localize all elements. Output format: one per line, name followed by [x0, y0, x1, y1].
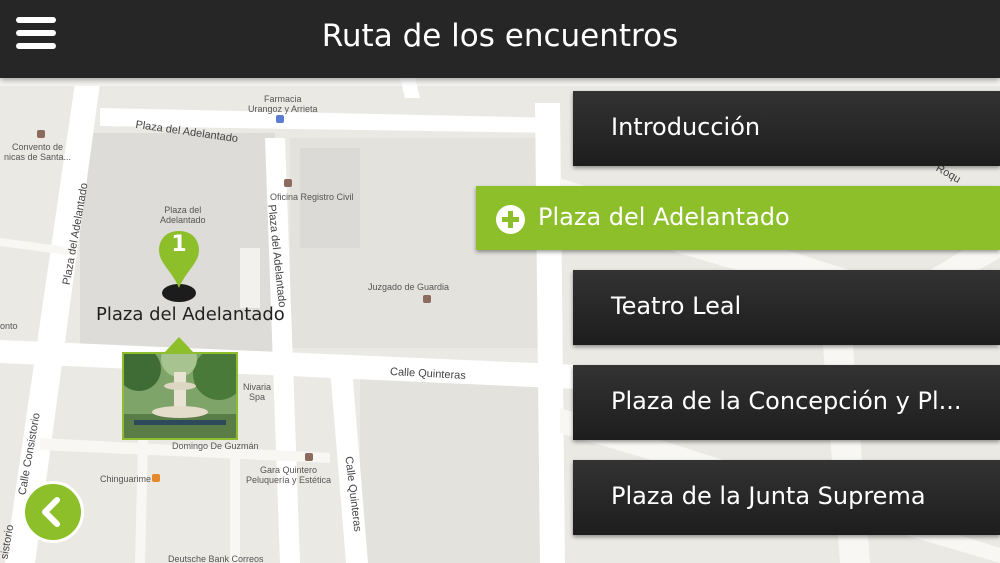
- marker-number: 1: [171, 232, 187, 257]
- place-nivaria-spa: Nivaria Spa: [243, 382, 272, 402]
- place-onto: onto: [0, 321, 18, 331]
- marker-callout-arrow: [164, 337, 194, 353]
- place-convento: Convento de nicas de Santa...: [4, 142, 72, 162]
- cafe-icon: [152, 474, 160, 482]
- plus-circle-icon: [496, 205, 525, 234]
- civil-registry-icon: [284, 179, 292, 187]
- place-chinguarime: Chinguarime: [100, 474, 152, 484]
- route-stop-label: Teatro Leal: [611, 292, 742, 320]
- place-deutsche-bank: Deutsche Bank Correos: [168, 554, 264, 563]
- chevron-left-icon: [42, 497, 60, 527]
- salon-icon: [305, 453, 313, 461]
- marker-thumbnail-image[interactable]: [122, 352, 238, 440]
- place-gara-quintero: Gara Quintero Peluquería y Estética: [246, 465, 332, 485]
- back-button[interactable]: [22, 481, 84, 543]
- marker-label: Plaza del Adelantado: [96, 304, 285, 325]
- route-stop-plaza-concepcion[interactable]: Plaza de la Concepción y Pl...: [573, 365, 1000, 440]
- courthouse-icon: [423, 295, 431, 303]
- route-stop-introduccion[interactable]: Introducción: [573, 91, 1000, 166]
- fountain-photo: [124, 354, 236, 438]
- route-stop-label: Plaza de la Junta Suprema: [611, 482, 926, 510]
- route-stop-label: Plaza de la Concepción y Pl...: [611, 387, 962, 415]
- pharmacy-icon: [276, 115, 284, 123]
- page-title: Ruta de los encuentros: [321, 18, 679, 54]
- place-registro-civil: Oficina Registro Civil: [270, 192, 354, 202]
- route-stop-label: Plaza del Adelantado: [538, 203, 790, 231]
- place-farmacia: Farmacia Urangoz y Arrieta: [248, 94, 318, 114]
- route-stop-label: Introducción: [611, 113, 761, 141]
- app-header: Ruta de los encuentros: [0, 0, 1000, 78]
- route-stop-plaza-adelantado[interactable]: Plaza del Adelantado: [476, 186, 1000, 250]
- route-stop-plaza-junta-suprema[interactable]: Plaza de la Junta Suprema: [573, 460, 1000, 535]
- route-stop-teatro-leal[interactable]: Teatro Leal: [573, 270, 1000, 345]
- place-plaza-adelantado: Plaza del Adelantado: [160, 205, 206, 225]
- place-domingo: Domingo De Guzmán: [172, 441, 259, 451]
- place-juzgado: Juzgado de Guardia: [368, 282, 450, 292]
- church-icon: [37, 130, 45, 138]
